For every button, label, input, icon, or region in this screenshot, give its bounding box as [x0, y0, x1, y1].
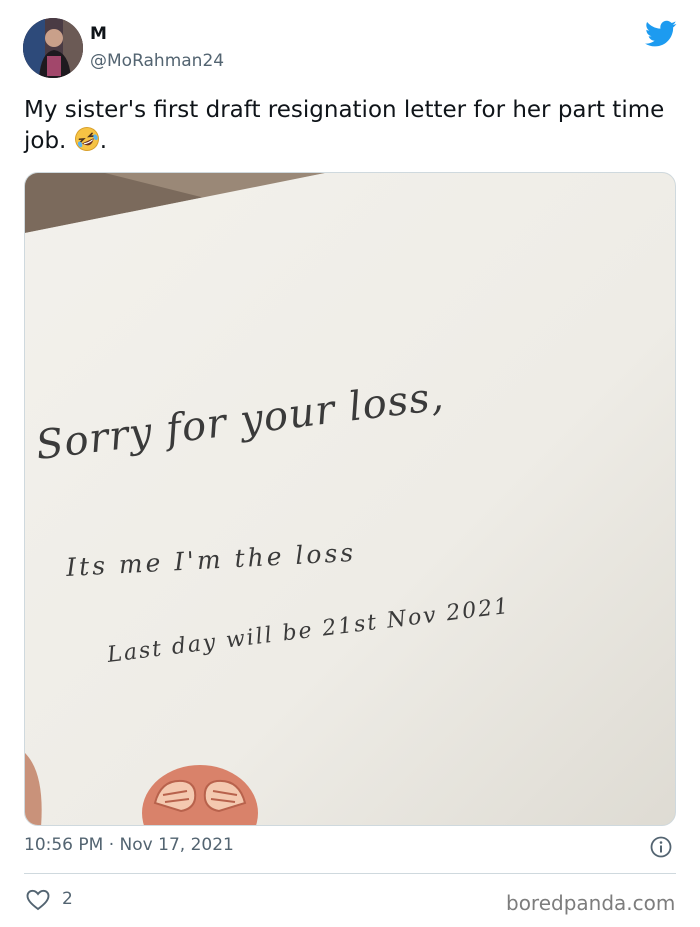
divider: [24, 873, 676, 874]
meta-separator: ·: [103, 835, 120, 855]
tweet-photo[interactable]: Sorry for your loss, Its me I'm the loss…: [24, 172, 676, 826]
info-icon[interactable]: [650, 836, 672, 858]
watermark: boredpanda.com: [506, 891, 676, 915]
twitter-bird-icon[interactable]: [645, 20, 677, 48]
tweet-date: Nov 17, 2021: [119, 835, 234, 855]
letter-paper: [25, 173, 675, 825]
tweet-body: My sister's first draft resignation lett…: [24, 97, 665, 154]
like-count: 2: [62, 889, 73, 909]
face-palm-emoji: [142, 765, 258, 825]
author-name[interactable]: M: [90, 24, 107, 44]
rolling-laughing-emoji: [74, 127, 99, 151]
avatar[interactable]: [23, 18, 83, 78]
heart-icon[interactable]: [26, 889, 50, 911]
tweet-timestamp[interactable]: 10:56 PM · Nov 17, 2021: [24, 835, 234, 855]
tweet-text-end: .: [99, 128, 107, 154]
author-handle[interactable]: @MoRahman24: [90, 51, 224, 71]
tweet-text: My sister's first draft resignation lett…: [24, 95, 674, 157]
tweet-time: 10:56 PM: [24, 835, 104, 855]
